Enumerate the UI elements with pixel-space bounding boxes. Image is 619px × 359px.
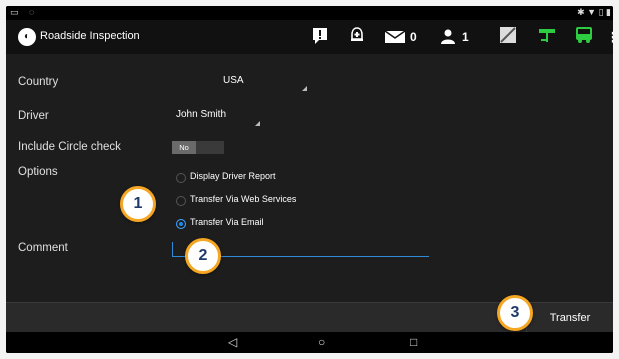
- comment-label: Comment: [18, 242, 68, 254]
- toggle-knob: No: [172, 141, 196, 154]
- home-icon[interactable]: ○: [318, 335, 325, 349]
- overflow-menu-icon[interactable]: ⋮: [606, 26, 613, 48]
- circle-check-toggle[interactable]: No: [172, 141, 224, 154]
- app-title: Roadside Inspection: [40, 30, 140, 42]
- system-status-icons: ✱ ▼ ▯ ▮: [577, 7, 611, 17]
- callout-badge-2: 2: [185, 238, 221, 274]
- alert-icon[interactable]: [311, 26, 329, 48]
- radio-button[interactable]: [176, 173, 186, 183]
- navigation-bar: ◁ ○ □: [6, 332, 613, 353]
- network-icon[interactable]: [537, 26, 557, 48]
- options-label: Options: [18, 166, 58, 178]
- comment-cursor: [172, 242, 173, 256]
- radio-button[interactable]: [176, 196, 186, 206]
- users-count: 1: [462, 30, 469, 44]
- bell-icon[interactable]: [348, 26, 366, 48]
- transfer-button[interactable]: Transfer: [526, 303, 613, 333]
- truck-icon[interactable]: [574, 26, 594, 48]
- country-label: Country: [18, 76, 59, 88]
- driver-spinner[interactable]: John Smith: [176, 109, 226, 120]
- country-dropdown-icon: [302, 86, 307, 91]
- callout-badge-3: 3: [497, 295, 533, 331]
- action-bar: ◐ Roadside Inspection 0 1 ⋮: [6, 20, 613, 54]
- option-label: Transfer Via Email: [190, 217, 264, 227]
- back-icon[interactable]: ◁: [228, 335, 237, 349]
- recents-icon[interactable]: □: [410, 335, 417, 349]
- driver-label: Driver: [18, 110, 49, 122]
- circle-check-label: Include Circle check: [18, 141, 121, 153]
- radio-button-selected[interactable]: [176, 219, 186, 229]
- messages-icon[interactable]: 0: [384, 26, 417, 48]
- inspection-form: Country USA Driver John Smith Include Ci…: [6, 54, 613, 302]
- app-logo-icon[interactable]: ◐: [18, 28, 36, 46]
- status-bar: ▭ ◌ ✱ ▼ ▯ ▮: [6, 6, 613, 20]
- option-label: Transfer Via Web Services: [190, 194, 297, 204]
- signal-off-icon[interactable]: [499, 26, 517, 48]
- notification-icons: ▭ ◌: [10, 7, 39, 17]
- country-spinner[interactable]: USA: [223, 75, 244, 86]
- messages-count: 0: [410, 30, 417, 44]
- users-icon[interactable]: 1: [438, 26, 469, 48]
- option-label: Display Driver Report: [190, 171, 276, 181]
- driver-dropdown-icon: [255, 121, 260, 126]
- callout-badge-1: 1: [120, 186, 156, 222]
